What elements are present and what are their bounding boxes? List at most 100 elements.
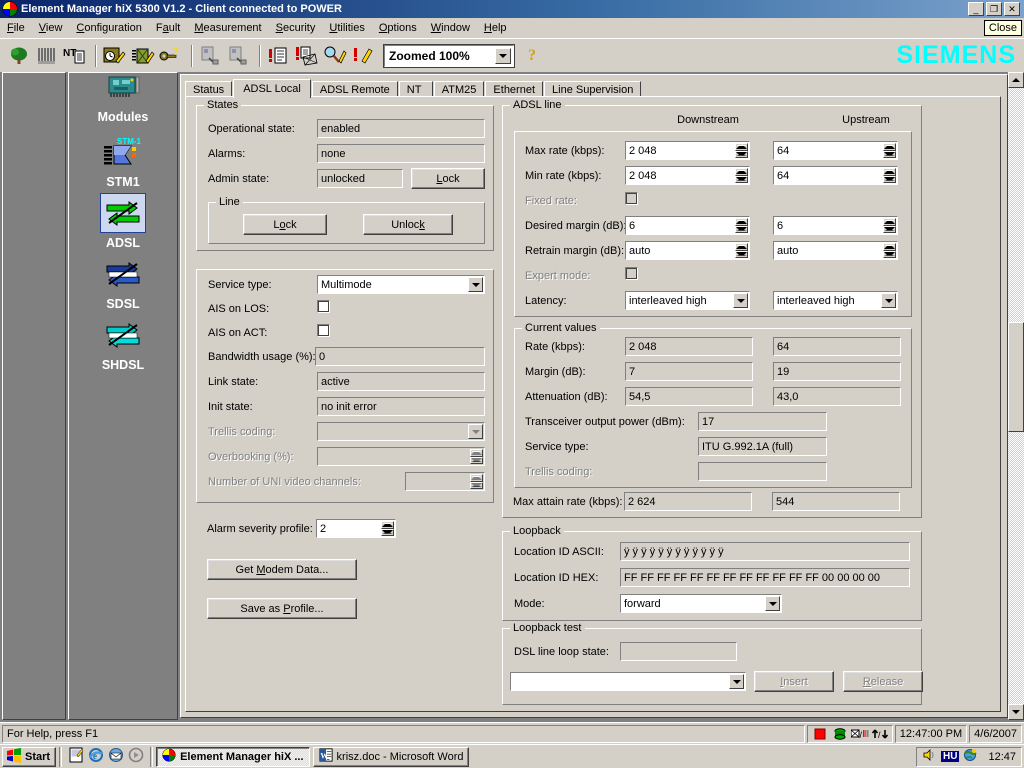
board-edit-icon[interactable] [130, 43, 156, 69]
min-rate-label: Min rate (kbps): [525, 170, 602, 182]
close-button[interactable]: ✕ [1004, 2, 1020, 16]
min-rate-downstream-field[interactable]: 2 048 [625, 166, 750, 185]
loopback-test-select[interactable] [510, 672, 746, 691]
clock-edit-icon[interactable] [102, 43, 128, 69]
page-up-icon[interactable] [226, 43, 252, 69]
min-rate-upstream-spinner[interactable] [883, 168, 896, 183]
alarm-edit-icon[interactable] [350, 43, 376, 69]
line-lock-button[interactable]: Lock [243, 214, 327, 235]
chevron-down-icon[interactable] [765, 596, 780, 611]
sidebar-item-sdsl[interactable]: SDSL [100, 254, 146, 311]
menu-window[interactable]: Window [424, 20, 477, 36]
sidebar-item-adsl[interactable]: ADSL [100, 193, 146, 250]
rack-icon[interactable] [34, 43, 60, 69]
tab-adsl-local[interactable]: ADSL Local [233, 79, 311, 98]
menu-utilities[interactable]: Utilities [322, 20, 371, 36]
menu-fault[interactable]: Fault [149, 20, 187, 36]
sidebar-item-label: STM1 [106, 175, 140, 189]
retrain-margin-downstream-field[interactable]: auto [625, 241, 750, 260]
globe-icon[interactable] [963, 748, 978, 765]
page-down-icon[interactable] [198, 43, 224, 69]
speaker-icon[interactable] [922, 748, 937, 765]
menu-configuration[interactable]: Configuration [69, 20, 148, 36]
min-rate-downstream-spinner[interactable] [735, 168, 748, 183]
task-button-element-manager[interactable]: Element Manager hiX ... [156, 746, 310, 767]
media-player-icon[interactable] [128, 747, 144, 766]
minimize-button[interactable]: _ [968, 2, 984, 16]
sidebar-item-stm1[interactable]: STM-1 STM1 [100, 132, 146, 189]
fixed-rate-checkbox [625, 192, 638, 205]
ais-on-los-label: AIS on LOS: [208, 303, 270, 315]
retrain-margin-downstream-spinner[interactable] [735, 243, 748, 258]
dsl-line-loop-state-value [620, 642, 737, 661]
menu-options[interactable]: Options [372, 20, 424, 36]
scroll-down-button[interactable] [1008, 704, 1024, 720]
line-unlock-button[interactable]: Unlock [363, 214, 453, 235]
desktop-icon[interactable] [68, 747, 84, 766]
chevron-down-icon[interactable] [495, 47, 511, 64]
internet-explorer-icon[interactable]: e [88, 747, 104, 766]
key-help-icon[interactable]: ? [158, 43, 184, 69]
menu-file[interactable]: File [0, 20, 32, 36]
mdi-vertical-scrollbar[interactable] [1008, 72, 1024, 720]
max-rate-downstream-spinner[interactable] [735, 143, 748, 158]
admin-state-label: Admin state: [208, 173, 270, 185]
maximize-button[interactable]: ❐ [986, 2, 1002, 16]
chevron-down-icon[interactable] [881, 293, 896, 308]
loopback-mode-combo[interactable]: forward [620, 594, 782, 613]
current-service-type-label: Service type: [525, 441, 589, 453]
chevron-down-icon[interactable] [729, 674, 744, 689]
zoom-combo[interactable]: Zoomed 100% [383, 43, 515, 68]
current-trellis-coding-value [698, 462, 827, 481]
adsl-line-group: ADSL line Downstream Upstream Max rate (… [502, 99, 922, 518]
sidebar-item-shdsl[interactable]: SHDSL [100, 315, 146, 372]
admin-lock-button[interactable]: Lock [411, 168, 485, 189]
scrollbar-thumb[interactable] [1008, 322, 1024, 432]
ais-on-los-checkbox[interactable] [317, 300, 330, 313]
desired-margin-upstream-field[interactable]: 6 [773, 216, 898, 235]
menu-view[interactable]: View [32, 20, 70, 36]
alarm-network-icon[interactable] [294, 43, 320, 69]
retrain-margin-upstream-field[interactable]: auto [773, 241, 898, 260]
loopback-group: Loopback Location ID ASCII: ÿ ÿ ÿ ÿ ÿ ÿ … [502, 525, 922, 621]
chevron-down-icon[interactable] [468, 277, 483, 292]
menu-security[interactable]: Security [269, 20, 323, 36]
desired-margin-downstream-spinner[interactable] [735, 218, 748, 233]
menu-help[interactable]: Help [477, 20, 514, 36]
chevron-down-icon[interactable] [733, 293, 748, 308]
latency-upstream-combo[interactable]: interleaved high [773, 291, 898, 310]
bandwidth-usage-label: Bandwidth usage (%): [208, 351, 316, 363]
desired-margin-upstream-spinner[interactable] [883, 218, 896, 233]
red-square-icon [810, 725, 830, 743]
alarm-severity-spinner[interactable] [381, 521, 394, 536]
min-rate-upstream-field[interactable]: 64 [773, 166, 898, 185]
sidebar-item-label: SDSL [106, 297, 140, 311]
search-edit-icon[interactable] [322, 43, 348, 69]
toolbar: NT ? Zoomed 100% ? SIEMENS [0, 38, 1024, 72]
desired-margin-downstream-field[interactable]: 6 [625, 216, 750, 235]
max-rate-downstream-field[interactable]: 2 048 [625, 141, 750, 160]
alarm-log-icon[interactable] [266, 43, 292, 69]
max-rate-upstream-spinner[interactable] [883, 143, 896, 158]
save-as-profile-button[interactable]: Save as Profile... [207, 598, 357, 619]
max-rate-upstream-field[interactable]: 64 [773, 141, 898, 160]
start-button[interactable]: Start [2, 746, 57, 767]
tray-clock[interactable]: 12:47 [988, 751, 1016, 763]
retrain-margin-upstream-spinner[interactable] [883, 243, 896, 258]
get-modem-data-button[interactable]: Get Modem Data... [207, 559, 357, 580]
alarm-severity-profile-field[interactable]: 2 [316, 519, 396, 538]
uni-video-spinner [470, 474, 483, 489]
nt-document-icon[interactable]: NT [62, 43, 88, 69]
latency-downstream-combo[interactable]: interleaved high [625, 291, 750, 310]
ais-on-act-checkbox[interactable] [317, 324, 330, 337]
language-indicator[interactable]: HU [941, 751, 960, 762]
status-icons-pane: / / [806, 724, 893, 743]
status-help-text: For Help, press F1 [2, 724, 805, 743]
tree-icon[interactable] [6, 43, 32, 69]
task-button-word[interactable]: W krisz.doc - Microsoft Word [312, 746, 470, 767]
service-type-combo[interactable]: Multimode [317, 275, 485, 294]
scroll-up-button[interactable] [1008, 72, 1024, 88]
outlook-express-icon[interactable] [108, 747, 124, 766]
question-mark-icon[interactable]: ? [528, 47, 536, 65]
menu-measurement[interactable]: Measurement [187, 20, 268, 36]
